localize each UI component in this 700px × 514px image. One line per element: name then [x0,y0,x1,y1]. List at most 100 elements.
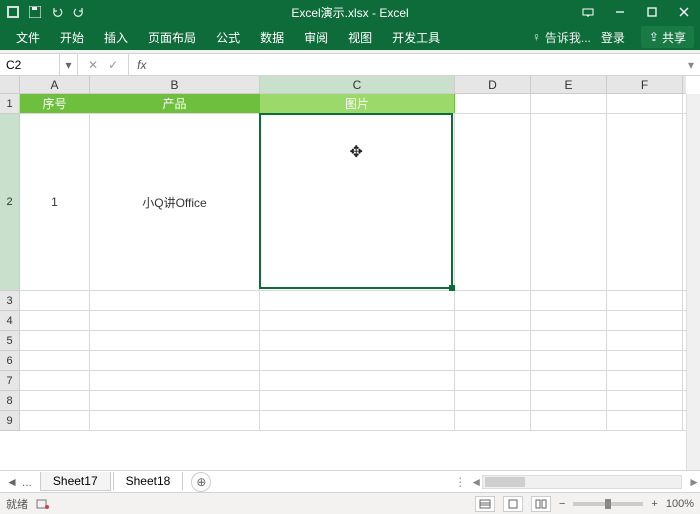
cell-E1[interactable] [531,94,607,113]
cell-B8[interactable] [90,391,260,410]
cell-E5[interactable] [531,331,607,350]
row-header-7[interactable]: 7 [0,371,20,391]
cell-D2[interactable] [455,114,531,290]
cell-E7[interactable] [531,371,607,390]
cell-E6[interactable] [531,351,607,370]
col-header-A[interactable]: A [20,76,90,93]
cell-B5[interactable] [90,331,260,350]
add-sheet-button[interactable]: ⊕ [191,472,211,492]
cell-B2[interactable]: 小Q讲Office [90,114,260,290]
tab-view[interactable]: 视图 [338,24,382,50]
cell-F4[interactable] [607,311,683,330]
cell-F6[interactable] [607,351,683,370]
tab-layout[interactable]: 页面布局 [138,24,206,50]
cell-C9[interactable] [260,411,455,430]
cell-A5[interactable] [20,331,90,350]
cell-F8[interactable] [607,391,683,410]
save-icon[interactable] [28,5,42,19]
undo-icon[interactable] [50,5,64,19]
view-pagelayout-button[interactable] [503,496,523,512]
col-header-D[interactable]: D [455,76,531,93]
vertical-scrollbar[interactable] [686,94,700,470]
cell-C4[interactable] [260,311,455,330]
cell-A3[interactable] [20,291,90,310]
tab-developer[interactable]: 开发工具 [382,24,450,50]
tab-file[interactable]: 文件 [6,24,50,50]
view-normal-button[interactable] [475,496,495,512]
cell-E9[interactable] [531,411,607,430]
cancel-icon[interactable]: ✕ [88,58,98,72]
zoom-level[interactable]: 100% [666,498,694,510]
login-link[interactable]: 登录 [591,24,635,50]
sheet-tab-1[interactable]: Sheet18 [113,472,184,491]
cell-C5[interactable] [260,331,455,350]
ribbon-options-icon[interactable] [572,0,604,24]
cell-A9[interactable] [20,411,90,430]
cell-D3[interactable] [455,291,531,310]
cell-B6[interactable] [90,351,260,370]
row-header-5[interactable]: 5 [0,331,20,351]
cell-B9[interactable] [90,411,260,430]
cell-F1[interactable] [607,94,683,113]
cell-B4[interactable] [90,311,260,330]
enter-icon[interactable]: ✓ [108,58,118,72]
row-header-2[interactable]: 2 [0,114,20,291]
cell-D6[interactable] [455,351,531,370]
sheet-nav-ellipsis[interactable]: ... [22,475,32,489]
cell-A7[interactable] [20,371,90,390]
share-button[interactable]: ⇪ 共享 [641,26,694,48]
cell-F9[interactable] [607,411,683,430]
maximize-button[interactable] [636,0,668,24]
cell-E4[interactable] [531,311,607,330]
row-header-6[interactable]: 6 [0,351,20,371]
row-header-1[interactable]: 1 [0,94,20,114]
cell-F3[interactable] [607,291,683,310]
cell-A4[interactable] [20,311,90,330]
formula-expand-icon[interactable]: ▾ [682,58,700,72]
cell-A6[interactable] [20,351,90,370]
horizontal-scrollbar[interactable] [482,475,682,489]
hscroll-left-icon[interactable]: ◄ [470,475,482,489]
zoom-in-button[interactable]: + [651,498,657,510]
select-all-corner[interactable] [0,76,20,94]
minimize-button[interactable] [604,0,636,24]
close-button[interactable] [668,0,700,24]
sheet-nav-prev-icon[interactable]: ◄ [6,475,18,489]
cell-C1[interactable]: 图片 [260,94,455,113]
cell-D7[interactable] [455,371,531,390]
cell-B7[interactable] [90,371,260,390]
tab-home[interactable]: 开始 [50,24,94,50]
macro-record-icon[interactable] [36,498,50,510]
cell-F7[interactable] [607,371,683,390]
cell-E3[interactable] [531,291,607,310]
sheet-tab-0[interactable]: Sheet17 [40,472,111,491]
redo-icon[interactable] [72,5,86,19]
cell-A8[interactable] [20,391,90,410]
cell-C2[interactable] [260,114,455,290]
col-header-E[interactable]: E [531,76,607,93]
cells-area[interactable]: 序号产品图片1小Q讲Office✥ [20,94,686,470]
cell-D8[interactable] [455,391,531,410]
tell-me[interactable]: ♀ 告诉我... [532,29,591,46]
cell-C6[interactable] [260,351,455,370]
cell-A2[interactable]: 1 [20,114,90,290]
zoom-out-button[interactable]: − [559,498,565,510]
col-header-B[interactable]: B [90,76,260,93]
name-box-dropdown[interactable]: ▾ [60,54,78,75]
name-box[interactable]: C2 [0,54,60,75]
cell-B1[interactable]: 产品 [90,94,260,113]
hscroll-right-icon[interactable]: ► [688,475,700,489]
cell-C3[interactable] [260,291,455,310]
view-pagebreak-button[interactable] [531,496,551,512]
col-header-C[interactable]: C [260,76,455,93]
cell-F5[interactable] [607,331,683,350]
cell-B3[interactable] [90,291,260,310]
cell-A1[interactable]: 序号 [20,94,90,113]
fx-label[interactable]: fx [129,58,154,72]
cell-E2[interactable] [531,114,607,290]
cell-D9[interactable] [455,411,531,430]
cell-E8[interactable] [531,391,607,410]
cell-D4[interactable] [455,311,531,330]
row-header-4[interactable]: 4 [0,311,20,331]
cell-C8[interactable] [260,391,455,410]
